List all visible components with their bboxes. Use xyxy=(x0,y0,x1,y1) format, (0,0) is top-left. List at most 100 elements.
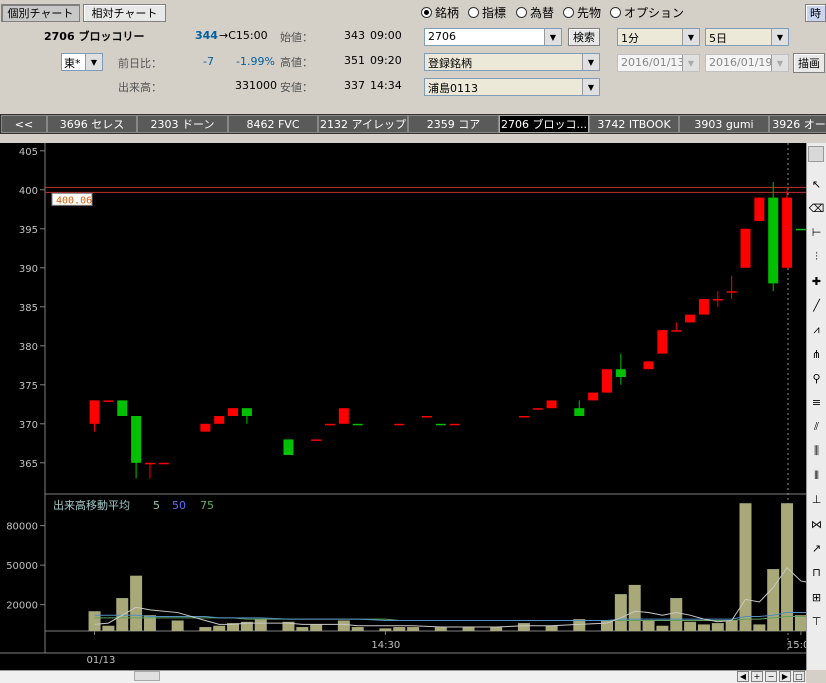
volume-bar xyxy=(628,584,641,631)
volume-label: 出来高： xyxy=(118,81,162,94)
hline-icon[interactable]: ⊢ xyxy=(807,222,826,244)
volume-bar xyxy=(296,627,309,631)
tab-8462[interactable]: 8462 FVC xyxy=(228,115,318,133)
volume-bar xyxy=(337,620,350,631)
tab-2303[interactable]: 2303 ドーン xyxy=(137,115,228,133)
volume-bar xyxy=(254,619,267,631)
radio-futures-dot xyxy=(563,7,574,18)
candle-body xyxy=(352,423,363,426)
open-value: 343 xyxy=(344,29,365,42)
vline-icon[interactable]: ⫶ xyxy=(807,246,826,268)
open-label: 始値： xyxy=(280,31,313,44)
code-input[interactable]: 2706 ▼ xyxy=(424,28,562,46)
chart-canvas[interactable]: 365 370 375 380 385 390 395 400 405 400.06 出来高移動… xyxy=(0,143,806,670)
candle-body xyxy=(435,423,446,426)
volume-bar xyxy=(213,625,226,631)
cross-icon[interactable]: ✚ xyxy=(807,270,826,292)
relative-chart-button[interactable]: 相対チャート xyxy=(83,4,166,22)
volume-bar xyxy=(794,615,806,631)
draw-button[interactable]: 描画 xyxy=(793,53,825,73)
chevron-down-icon: ▼ xyxy=(85,54,102,70)
tab-3696[interactable]: 3696 セレス xyxy=(47,115,137,133)
change-value: -7 xyxy=(203,55,214,68)
radio-index[interactable]: 指標 xyxy=(468,4,506,21)
volume-bar xyxy=(490,627,503,631)
speed-lines-icon[interactable]: ⫼ xyxy=(807,440,826,462)
tab-prev[interactable]: << xyxy=(1,115,47,133)
to-date-select[interactable]: 2016/01/19 ▼ xyxy=(705,54,789,72)
volume-bar xyxy=(434,627,447,631)
high-time: 09:20 xyxy=(370,54,402,67)
scroll-right-button[interactable]: ▶ xyxy=(779,671,791,682)
from-date-select[interactable]: 2016/01/13 ▼ xyxy=(617,54,700,72)
cycle-lines-icon[interactable]: ⦀ xyxy=(807,465,826,487)
cursor-icon[interactable]: ↖ xyxy=(807,173,826,195)
parallel-lines-icon[interactable]: ≡ xyxy=(807,392,826,414)
time-button[interactable]: 時 xyxy=(805,4,826,22)
registered-list-value: 登録銘柄 xyxy=(428,57,472,70)
radio-index-label: 指標 xyxy=(482,6,507,20)
time-tick-label: 14:30 xyxy=(371,640,400,651)
tab-3903[interactable]: 3903 gumi xyxy=(679,115,769,133)
market-select-value: 東* xyxy=(64,57,81,70)
high-value: 351 xyxy=(344,54,365,67)
volume-bar xyxy=(116,598,129,631)
candle-body xyxy=(740,228,751,268)
volume-bar xyxy=(697,624,710,631)
fibonacci-arc-icon[interactable]: ⋔ xyxy=(807,343,826,365)
market-select[interactable]: 東* ▼ xyxy=(61,53,103,71)
period-icon[interactable]: ⊞ xyxy=(807,586,826,608)
level-icon[interactable]: ⊓ xyxy=(807,562,826,584)
ruler-icon[interactable]: ⊥ xyxy=(807,489,826,511)
candle-body xyxy=(421,416,432,418)
tab-3742[interactable]: 3742 ITBOOK xyxy=(589,115,679,133)
volume-value: 331000 xyxy=(235,79,277,92)
radio-stock[interactable]: 銘柄 xyxy=(421,4,459,21)
radio-options[interactable]: オプション xyxy=(610,4,684,21)
zoom-in-button[interactable]: + xyxy=(751,671,763,682)
horizontal-scrollbar[interactable] xyxy=(0,670,806,683)
trendline-icon[interactable]: ╱ xyxy=(807,295,826,317)
span-value: 5日 xyxy=(709,32,727,45)
toolbar-scroll-top[interactable] xyxy=(808,146,824,162)
candle-body xyxy=(782,197,793,268)
radio-forex[interactable]: 為替 xyxy=(516,4,554,21)
volume-tick-label: 20000 xyxy=(6,601,38,612)
candle-body xyxy=(394,423,405,426)
last-price: 344 xyxy=(195,29,218,42)
radio-futures[interactable]: 先物 xyxy=(563,4,601,21)
fibonacci-fan-icon[interactable]: ⩘ xyxy=(807,319,826,341)
span-select[interactable]: 5日 ▼ xyxy=(705,28,789,46)
zoom-out-button[interactable]: − xyxy=(765,671,777,682)
ray-icon[interactable]: ↗ xyxy=(807,538,826,560)
scroll-left-button[interactable]: ◀ xyxy=(737,671,749,682)
time-tick-label: 15:00 xyxy=(787,640,806,651)
regression-icon[interactable]: ⫽ xyxy=(807,416,826,438)
candle-body xyxy=(698,299,709,315)
candle-body xyxy=(712,299,723,301)
retracement-icon[interactable]: ⊤ xyxy=(807,610,826,632)
candle-body xyxy=(588,392,599,401)
volume-bar xyxy=(517,623,530,631)
volume-bar xyxy=(462,627,475,631)
candle-body xyxy=(283,439,294,455)
low-value: 337 xyxy=(344,79,365,92)
volume-bar xyxy=(725,620,738,631)
scrollbar-thumb[interactable] xyxy=(134,671,160,681)
registered-list-select[interactable]: 登録銘柄 ▼ xyxy=(424,53,600,71)
radio-forex-label: 為替 xyxy=(530,6,555,20)
tab-2132[interactable]: 2132 アイレップ xyxy=(318,115,408,133)
search-button[interactable]: 検索 xyxy=(568,28,600,46)
reset-view-button[interactable]: □ xyxy=(793,671,805,682)
price-tick-label: 370 xyxy=(19,420,38,431)
eraser-icon[interactable]: ⌫ xyxy=(807,197,826,219)
tab-2706[interactable]: 2706 ブロッコ... xyxy=(499,115,589,133)
pitchfork-icon[interactable]: ⋈ xyxy=(807,513,826,535)
gann-fan-icon[interactable]: ⚲ xyxy=(807,367,826,389)
individual-chart-button[interactable]: 個別チャート xyxy=(1,4,80,22)
interval-select[interactable]: 1分 ▼ xyxy=(617,28,700,46)
tab-2359[interactable]: 2359 コア xyxy=(408,115,499,133)
volume-bar xyxy=(393,627,406,631)
tab-3926[interactable]: 3926 オー xyxy=(769,115,826,133)
watchlist-select[interactable]: 浦島0113 ▼ xyxy=(424,78,600,96)
